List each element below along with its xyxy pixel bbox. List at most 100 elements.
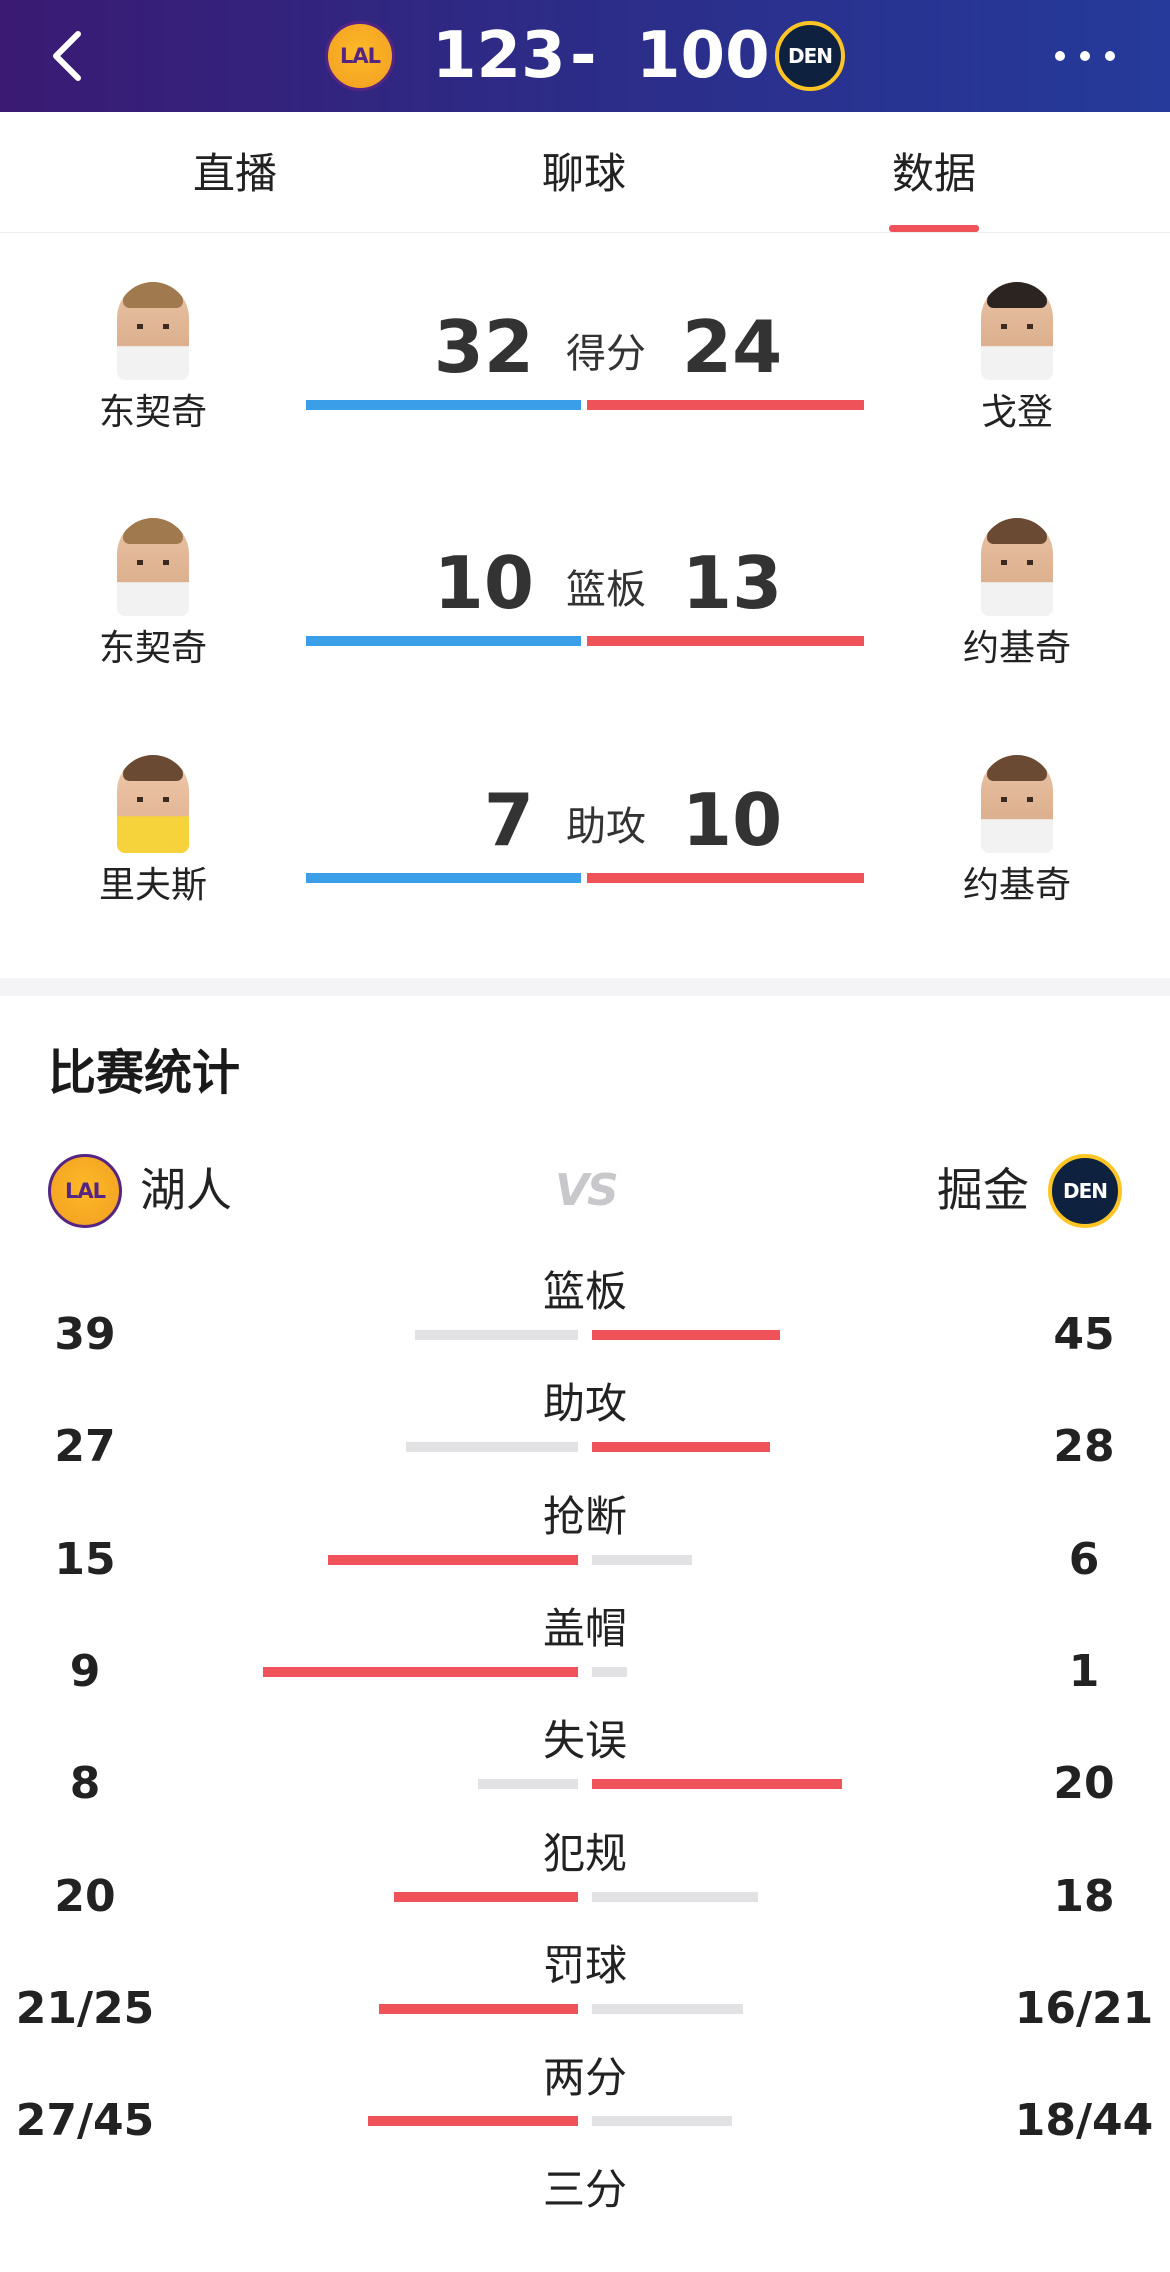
away-leader-value: 24 <box>682 305 783 389</box>
leader-stat: 7 助攻 10 <box>306 755 864 905</box>
tab-chat-label: 聊球 <box>541 149 626 198</box>
away-stat-value: 28 <box>1053 1421 1115 1473</box>
home-stat-bar <box>263 1666 578 1677</box>
leader-row-rebounds: 东契奇 10 篮板 13 约基奇 <box>0 518 1170 754</box>
player-avatar <box>981 518 1053 616</box>
home-stat-value: 27/45 <box>15 2095 155 2147</box>
tab-live[interactable]: 直播 <box>145 112 325 232</box>
lakers-logo[interactable]: LAL <box>325 21 395 91</box>
home-stat-value: 8 <box>69 1758 101 1810</box>
home-leader[interactable]: 东契奇 <box>63 518 243 674</box>
home-leader-value: 10 <box>433 541 534 625</box>
player-name: 里夫斯 <box>98 865 207 906</box>
section-divider <box>0 978 1170 996</box>
away-leader-bar <box>587 400 864 410</box>
home-stat-bar <box>379 2003 578 2014</box>
lakers-logo[interactable]: LAL <box>48 1154 122 1228</box>
away-stat-value: 18 <box>1053 1870 1115 1922</box>
leader-row-assists: 里夫斯 7 助攻 10 约基奇 <box>0 755 1170 991</box>
tab-live-label: 直播 <box>192 149 277 198</box>
stat-row-label: 助攻 <box>542 1379 627 1429</box>
leader-category: 篮板 <box>566 567 646 613</box>
home-stat-value: 20 <box>54 1870 116 1922</box>
home-stat-value: 15 <box>54 1533 116 1585</box>
player-avatar <box>117 518 189 616</box>
home-stat-bar <box>394 1891 578 1902</box>
tab-bar: 直播 聊球 数据 <box>0 112 1170 233</box>
stat-row: 两分 27/45 18/44 <box>0 2048 1170 2160</box>
nuggets-logo[interactable]: DEN <box>775 21 845 91</box>
stat-row: 罚球 21/25 16/21 <box>0 1936 1170 2048</box>
more-dots-icon <box>1055 51 1115 61</box>
player-name: 东契奇 <box>98 628 207 669</box>
home-leader[interactable]: 东契奇 <box>63 282 243 438</box>
away-team-name: 掘金 <box>937 1163 1029 1217</box>
away-leader-bar <box>587 636 864 646</box>
home-stat-bar <box>478 1779 578 1790</box>
tab-chat[interactable]: 聊球 <box>494 112 674 232</box>
stat-row-label: 盖帽 <box>542 1603 627 1653</box>
match-header: LAL 123 - 100 DEN <box>0 0 1170 112</box>
home-stat-value: 27 <box>54 1421 116 1473</box>
stat-row: 盖帽 9 1 <box>0 1599 1170 1711</box>
away-leader-value: 10 <box>682 778 783 862</box>
tab-stats[interactable]: 数据 <box>844 112 1024 232</box>
away-leader-value: 13 <box>682 541 783 625</box>
home-stat-bar <box>415 1330 578 1340</box>
home-stat-value: 21/25 <box>15 1982 155 2034</box>
chevron-left-icon <box>53 31 81 81</box>
stat-row: 抢断 15 6 <box>0 1487 1170 1599</box>
leader-stat: 32 得分 24 <box>306 282 864 432</box>
away-stat-bar <box>592 1554 692 1565</box>
back-button[interactable] <box>40 22 100 90</box>
stat-row: 失误 8 20 <box>0 1711 1170 1823</box>
player-avatar <box>981 755 1053 853</box>
score-separator: - <box>570 19 597 93</box>
player-name: 约基奇 <box>962 865 1071 906</box>
nuggets-logo[interactable]: DEN <box>1048 1154 1122 1228</box>
section-title: 比赛统计 <box>48 1045 241 1101</box>
stat-row-label: 篮板 <box>542 1267 627 1316</box>
leader-category: 助攻 <box>566 804 646 850</box>
home-stat-bar <box>328 1554 578 1565</box>
stat-row-label: 两分 <box>542 2053 627 2103</box>
stat-row-label: 失误 <box>542 1716 627 1766</box>
away-stat-value: 16/21 <box>1014 1982 1154 2034</box>
away-leader[interactable]: 戈登 <box>927 282 1107 438</box>
away-stat-bar <box>592 2116 732 2127</box>
away-stat-bar <box>592 1442 770 1453</box>
stat-row-label: 犯规 <box>542 1828 627 1878</box>
away-stat-value: 18/44 <box>1014 2095 1154 2147</box>
player-name: 戈登 <box>980 392 1053 433</box>
player-avatar <box>117 282 189 380</box>
stat-row: 助攻 27 28 <box>0 1374 1170 1486</box>
away-stat-value: 1 <box>1068 1645 1100 1697</box>
leader-stat: 10 篮板 13 <box>306 518 864 668</box>
away-stat-bar <box>592 1779 842 1790</box>
away-stat-value: 20 <box>1053 1758 1115 1810</box>
lakers-logo-text: LAL <box>64 1179 106 1203</box>
home-leader[interactable]: 里夫斯 <box>63 755 243 911</box>
away-stat-bar <box>592 1666 627 1677</box>
away-stat-bar <box>592 1891 758 1902</box>
away-leader[interactable]: 约基奇 <box>927 518 1107 674</box>
home-team-name: 湖人 <box>140 1163 232 1217</box>
home-leader-value: 7 <box>483 778 534 862</box>
active-tab-indicator <box>889 225 979 232</box>
player-avatar <box>117 755 189 853</box>
teams-header: LAL 湖人 VS 掘金 DEN <box>0 1150 1170 1230</box>
stat-row-label: 抢断 <box>542 1491 627 1541</box>
more-button[interactable] <box>1040 36 1130 76</box>
away-stat-value: 6 <box>1068 1533 1100 1585</box>
vs-label: VS <box>555 1165 619 1216</box>
away-score: 100 <box>636 19 770 93</box>
away-leader[interactable]: 约基奇 <box>927 755 1107 911</box>
stat-row-label: 三分 <box>542 2165 627 2215</box>
lakers-logo-text: LAL <box>339 44 381 68</box>
home-score: 123 <box>432 19 566 93</box>
away-leader-bar <box>587 873 864 883</box>
tab-stats-label: 数据 <box>891 149 976 198</box>
player-name: 东契奇 <box>98 392 207 433</box>
home-stat-value: 9 <box>69 1645 101 1697</box>
home-leader-bar <box>306 636 581 646</box>
